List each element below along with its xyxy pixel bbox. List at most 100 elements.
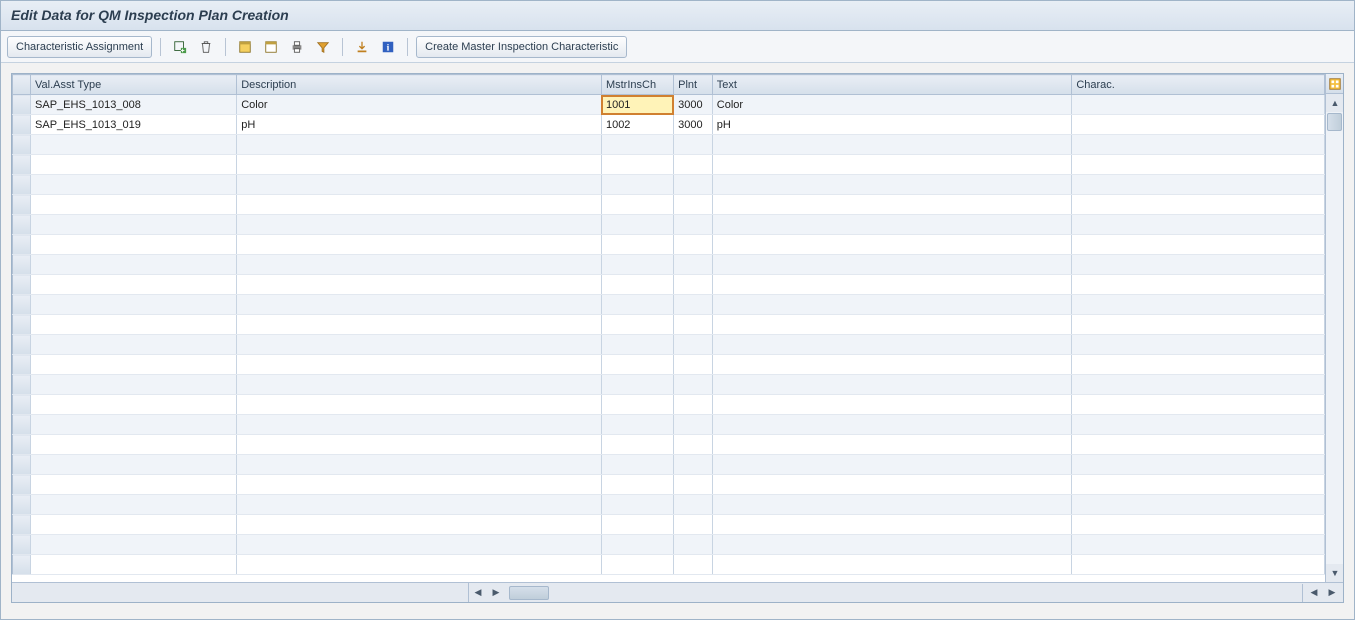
cell-val_asst_type[interactable]: [31, 175, 237, 195]
cell-mstr_ins_ch[interactable]: [601, 475, 673, 495]
cell-charac[interactable]: [1072, 295, 1325, 315]
col-header-charac[interactable]: Charac.: [1072, 75, 1325, 95]
row-selector[interactable]: [13, 475, 31, 495]
row-selector[interactable]: [13, 155, 31, 175]
cell-plnt[interactable]: [674, 435, 713, 455]
cell-text[interactable]: [712, 515, 1072, 535]
row-selector[interactable]: [13, 515, 31, 535]
export-icon[interactable]: [351, 36, 373, 58]
cell-mstr_ins_ch[interactable]: [601, 415, 673, 435]
cell-charac[interactable]: [1072, 495, 1325, 515]
cell-charac[interactable]: [1072, 355, 1325, 375]
cell-charac[interactable]: [1072, 215, 1325, 235]
cell-mstr_ins_ch[interactable]: [601, 495, 673, 515]
cell-plnt[interactable]: [674, 455, 713, 475]
cell-val_asst_type[interactable]: [31, 555, 237, 575]
scroll-right-end-icon[interactable]: ▶: [1323, 584, 1341, 602]
col-header-description[interactable]: Description: [237, 75, 602, 95]
cell-charac[interactable]: [1072, 235, 1325, 255]
cell-description[interactable]: [237, 195, 602, 215]
cell-text[interactable]: [712, 555, 1072, 575]
cell-text[interactable]: [712, 175, 1072, 195]
cell-description[interactable]: [237, 295, 602, 315]
cell-mstr_ins_ch[interactable]: [601, 155, 673, 175]
cell-description[interactable]: [237, 395, 602, 415]
cell-val_asst_type[interactable]: [31, 375, 237, 395]
cell-mstr_ins_ch[interactable]: [601, 195, 673, 215]
cell-description[interactable]: [237, 235, 602, 255]
info-icon[interactable]: i: [377, 36, 399, 58]
cell-val_asst_type[interactable]: SAP_EHS_1013_019: [31, 115, 237, 135]
cell-plnt[interactable]: [674, 175, 713, 195]
cell-description[interactable]: [237, 175, 602, 195]
vertical-scrollbar[interactable]: ▲ ▼: [1325, 74, 1343, 582]
row-selector[interactable]: [13, 495, 31, 515]
cell-charac[interactable]: [1072, 515, 1325, 535]
cell-text[interactable]: [712, 435, 1072, 455]
row-selector[interactable]: [13, 95, 31, 115]
cell-text[interactable]: Color: [712, 95, 1072, 115]
cell-text[interactable]: [712, 235, 1072, 255]
cell-mstr_ins_ch[interactable]: [601, 555, 673, 575]
cell-text[interactable]: [712, 255, 1072, 275]
cell-mstr_ins_ch[interactable]: [601, 335, 673, 355]
horizontal-scrollbar[interactable]: ◀ ▶ ◀ ▶: [12, 582, 1343, 602]
cell-mstr_ins_ch[interactable]: [601, 535, 673, 555]
cell-description[interactable]: [237, 375, 602, 395]
cell-mstr_ins_ch[interactable]: [601, 175, 673, 195]
deselect-all-icon[interactable]: [260, 36, 282, 58]
cell-plnt[interactable]: [674, 415, 713, 435]
row-selector[interactable]: [13, 535, 31, 555]
row-selector[interactable]: [13, 295, 31, 315]
cell-charac[interactable]: [1072, 395, 1325, 415]
cell-mstr_ins_ch[interactable]: [601, 395, 673, 415]
cell-text[interactable]: [712, 275, 1072, 295]
cell-val_asst_type[interactable]: [31, 335, 237, 355]
scroll-left-end-icon[interactable]: ◀: [1305, 584, 1323, 602]
hscroll-thumb[interactable]: [509, 586, 549, 600]
cell-plnt[interactable]: [674, 195, 713, 215]
cell-plnt[interactable]: [674, 315, 713, 335]
cell-mstr_ins_ch[interactable]: [601, 295, 673, 315]
cell-mstr_ins_ch[interactable]: [601, 315, 673, 335]
cell-description[interactable]: [237, 495, 602, 515]
row-selector[interactable]: [13, 255, 31, 275]
cell-description[interactable]: [237, 315, 602, 335]
cell-val_asst_type[interactable]: [31, 455, 237, 475]
row-selector[interactable]: [13, 435, 31, 455]
cell-text[interactable]: [712, 195, 1072, 215]
scroll-right-icon[interactable]: ▶: [487, 584, 505, 602]
cell-charac[interactable]: [1072, 275, 1325, 295]
row-selector[interactable]: [13, 235, 31, 255]
cell-charac[interactable]: [1072, 255, 1325, 275]
cell-text[interactable]: [712, 295, 1072, 315]
cell-charac[interactable]: [1072, 555, 1325, 575]
cell-text[interactable]: [712, 135, 1072, 155]
cell-mstr_ins_ch[interactable]: [601, 435, 673, 455]
row-selector[interactable]: [13, 175, 31, 195]
cell-val_asst_type[interactable]: [31, 515, 237, 535]
select-all-icon[interactable]: [234, 36, 256, 58]
cell-description[interactable]: [237, 455, 602, 475]
cell-val_asst_type[interactable]: [31, 275, 237, 295]
cell-text[interactable]: [712, 335, 1072, 355]
cell-val_asst_type[interactable]: [31, 255, 237, 275]
row-selector[interactable]: [13, 315, 31, 335]
cell-val_asst_type[interactable]: [31, 535, 237, 555]
cell-description[interactable]: [237, 215, 602, 235]
print-icon[interactable]: [286, 36, 308, 58]
cell-description[interactable]: [237, 555, 602, 575]
row-selector[interactable]: [13, 455, 31, 475]
cell-val_asst_type[interactable]: [31, 135, 237, 155]
cell-plnt[interactable]: [674, 555, 713, 575]
cell-description[interactable]: [237, 135, 602, 155]
scroll-up-icon[interactable]: ▲: [1326, 94, 1343, 112]
cell-charac[interactable]: [1072, 455, 1325, 475]
cell-val_asst_type[interactable]: [31, 215, 237, 235]
cell-text[interactable]: [712, 535, 1072, 555]
cell-description[interactable]: [237, 335, 602, 355]
cell-text[interactable]: [712, 315, 1072, 335]
cell-description[interactable]: [237, 435, 602, 455]
cell-text[interactable]: pH: [712, 115, 1072, 135]
scroll-thumb[interactable]: [1327, 113, 1342, 131]
